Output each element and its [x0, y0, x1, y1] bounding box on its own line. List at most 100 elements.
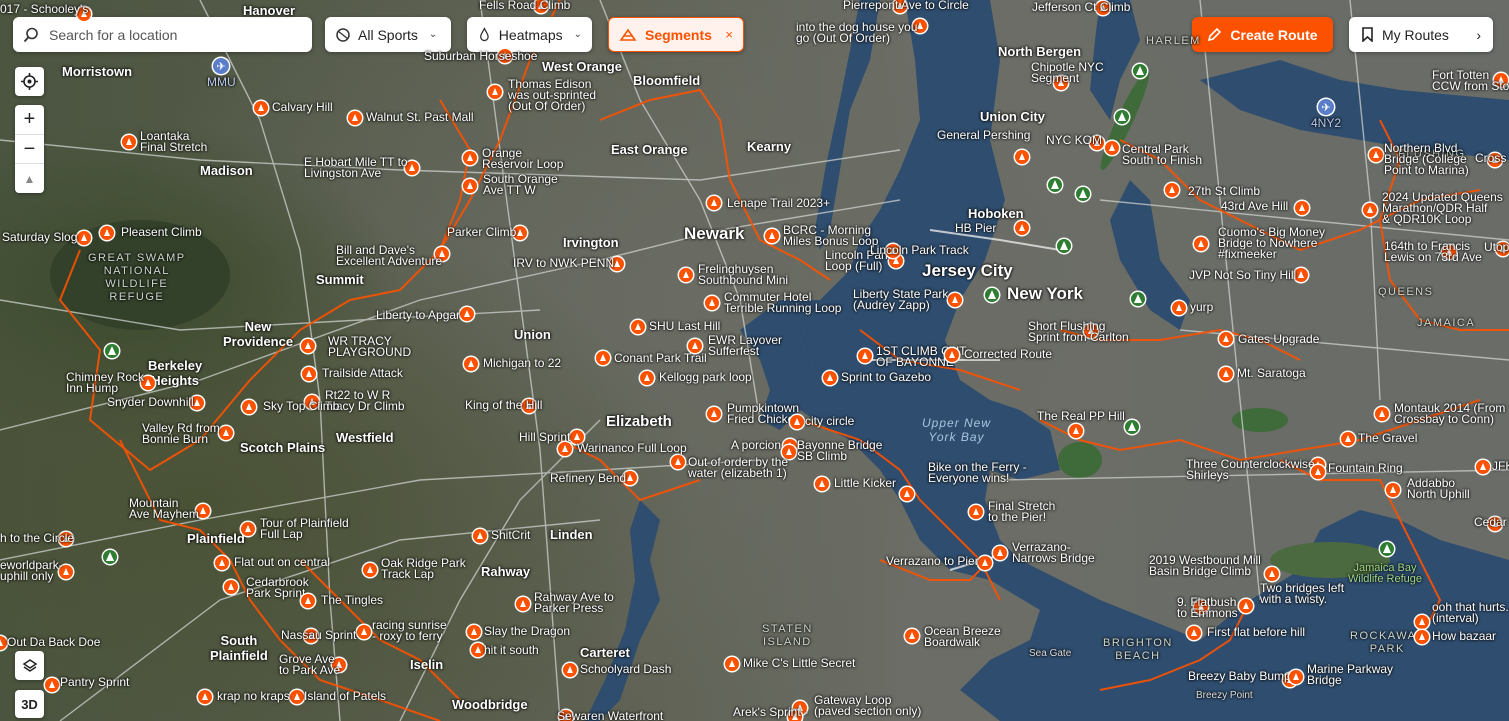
- segment-label[interactable]: NYC KOM: [1046, 134, 1102, 146]
- layers-button[interactable]: [15, 651, 44, 680]
- segment-label[interactable]: Nassau Sprint: [281, 629, 356, 641]
- segment-label[interactable]: eworldpark- uphill only: [0, 559, 63, 582]
- segment-label[interactable]: Frelinghuysen Southbound Mini: [698, 263, 788, 286]
- segment-label[interactable]: Central Park South to Finish: [1122, 143, 1202, 166]
- segment-marker-icon[interactable]: [473, 529, 487, 543]
- segment-marker-icon[interactable]: [969, 505, 983, 519]
- park-marker-icon[interactable]: [1125, 420, 1139, 434]
- search-input[interactable]: [47, 25, 301, 44]
- segment-marker-icon[interactable]: [1369, 148, 1383, 162]
- segment-marker-icon[interactable]: [100, 226, 114, 240]
- segment-label[interactable]: Mountain Ave Mayhem: [129, 497, 199, 520]
- park-marker-icon[interactable]: [103, 550, 117, 564]
- segment-label[interactable]: Short Flushing Sprint from Carlton: [1028, 320, 1129, 343]
- segment-marker-icon[interactable]: [905, 629, 919, 643]
- segment-marker-icon[interactable]: [198, 690, 212, 704]
- segment-label[interactable]: Cuomo's Big Money Bridge to Nowhere #fix…: [1218, 226, 1325, 260]
- segment-label[interactable]: Fells Road Climb: [479, 0, 570, 11]
- segment-marker-icon[interactable]: [122, 135, 136, 149]
- segment-label[interactable]: JFK: [1492, 460, 1509, 472]
- segment-label[interactable]: Utop: [1484, 241, 1509, 253]
- segment-marker-icon[interactable]: [640, 371, 654, 385]
- segment-label[interactable]: Two bridges left with a twisty.: [1260, 582, 1344, 605]
- map-canvas[interactable]: All Sports ⌄ Heatmaps ⌄ Segments × Creat…: [0, 0, 1509, 721]
- segment-marker-icon[interactable]: [516, 597, 530, 611]
- segment-label[interactable]: The Gravel: [1358, 432, 1417, 444]
- search-box[interactable]: [13, 17, 312, 52]
- segment-label[interactable]: Fort Totten CCW from Stop: [1432, 69, 1509, 92]
- segment-label[interactable]: Marine Parkway Bridge: [1307, 663, 1393, 686]
- segment-marker-icon[interactable]: [45, 678, 59, 692]
- segment-label[interactable]: IRV to NWK PENN: [513, 257, 614, 269]
- segment-label[interactable]: Grove Ave to Park Ave: [279, 653, 340, 676]
- segment-marker-icon[interactable]: [463, 179, 477, 193]
- segment-marker-icon[interactable]: [993, 546, 1007, 560]
- segment-marker-icon[interactable]: [1239, 599, 1253, 613]
- segment-label[interactable]: Montauk 2014 (From Crossbay to Conn): [1394, 402, 1505, 425]
- segment-label[interactable]: Island of Patels: [304, 690, 386, 702]
- segment-label[interactable]: Breezy Baby Bump: [1188, 670, 1291, 682]
- park-marker-icon[interactable]: [1133, 64, 1147, 78]
- segment-marker-icon[interactable]: [1476, 460, 1490, 474]
- heatmaps-button[interactable]: Heatmaps ⌄: [467, 17, 592, 52]
- segment-label[interactable]: h to the Circle: [0, 532, 74, 544]
- segment-label[interactable]: Conant Park Trail: [614, 352, 707, 364]
- segment-label[interactable]: Corrected Route: [964, 348, 1052, 360]
- park-marker-icon[interactable]: [1115, 110, 1129, 124]
- segment-label[interactable]: Valley Rd from Bonnie Burn: [142, 422, 220, 445]
- segment-marker-icon[interactable]: [1015, 150, 1029, 164]
- compass-button[interactable]: ▲: [15, 164, 44, 193]
- park-marker-icon[interactable]: [985, 288, 999, 302]
- segment-marker-icon[interactable]: [1105, 141, 1119, 155]
- segment-marker-icon[interactable]: [1172, 301, 1186, 315]
- 3d-toggle-button[interactable]: 3D: [15, 690, 44, 718]
- segment-marker-icon[interactable]: [464, 357, 478, 371]
- segment-marker-icon[interactable]: [705, 296, 719, 310]
- segment-label[interactable]: Jefferson Ct Climb: [1032, 1, 1130, 13]
- segment-label[interactable]: Bill and Dave's Excellent Adventure: [336, 244, 442, 267]
- segment-label[interactable]: Walnut St. Past Mall: [366, 111, 474, 123]
- my-routes-button[interactable]: My Routes ›: [1349, 17, 1493, 52]
- segment-marker-icon[interactable]: [978, 556, 992, 570]
- segment-label[interactable]: Calvary Hill: [272, 101, 333, 113]
- segment-marker-icon[interactable]: [224, 580, 238, 594]
- segment-marker-icon[interactable]: [679, 268, 693, 282]
- segment-marker-icon[interactable]: [1165, 183, 1179, 197]
- segment-label[interactable]: The Real PP Hill: [1037, 410, 1125, 422]
- segment-marker-icon[interactable]: [1069, 424, 1083, 438]
- segment-label[interactable]: How bazaar: [1432, 630, 1496, 642]
- park-marker-icon[interactable]: [1131, 292, 1145, 306]
- zoom-in-button[interactable]: +: [15, 105, 44, 135]
- segment-marker-icon[interactable]: [900, 487, 914, 501]
- segment-label[interactable]: First flat before hill: [1207, 626, 1305, 638]
- create-route-button[interactable]: Create Route: [1192, 17, 1333, 52]
- segment-label[interactable]: ooh that hurts. (interval): [1432, 601, 1509, 624]
- segment-label[interactable]: Lenape Trail 2023+: [727, 197, 830, 209]
- segment-label[interactable]: Verrazano- Narrows Bridge: [1012, 541, 1095, 564]
- segment-marker-icon[interactable]: [1289, 670, 1303, 684]
- segment-marker-icon[interactable]: [1219, 332, 1233, 346]
- segment-marker-icon[interactable]: [790, 415, 804, 429]
- segment-label[interactable]: Pantry Sprint: [60, 676, 129, 688]
- segment-label[interactable]: Gates Upgrade: [1238, 333, 1319, 345]
- segment-marker-icon[interactable]: [563, 663, 577, 677]
- segment-marker-icon[interactable]: [460, 307, 474, 321]
- segment-label[interactable]: Bike on the Ferry - Everyone wins!: [928, 461, 1027, 484]
- park-marker-icon[interactable]: [1057, 239, 1071, 253]
- segment-marker-icon[interactable]: [1363, 203, 1377, 217]
- segment-marker-icon[interactable]: [688, 339, 702, 353]
- segment-label[interactable]: Slay the Dragon: [484, 625, 570, 637]
- segment-marker-icon[interactable]: [290, 690, 304, 704]
- segment-label[interactable]: ShitCrit: [491, 529, 530, 541]
- segment-marker-icon[interactable]: [1386, 483, 1400, 497]
- segment-label[interactable]: Lincoln Park Track: [870, 244, 969, 256]
- segment-label[interactable]: Cedarbrook Park Sprint: [246, 576, 309, 599]
- segment-marker-icon[interactable]: [254, 101, 268, 115]
- segment-label[interactable]: Bayonne Bridge SB Climb: [797, 439, 882, 462]
- segment-label[interactable]: 017 - Schooley's: [0, 3, 88, 15]
- segment-label[interactable]: Snyder Downhill: [107, 396, 194, 408]
- segment-marker-icon[interactable]: [219, 426, 233, 440]
- segment-label[interactable]: JVP Not So Tiny Hill: [1189, 269, 1296, 281]
- segment-marker-icon[interactable]: [1015, 221, 1029, 235]
- segment-label[interactable]: General Pershing: [937, 129, 1030, 141]
